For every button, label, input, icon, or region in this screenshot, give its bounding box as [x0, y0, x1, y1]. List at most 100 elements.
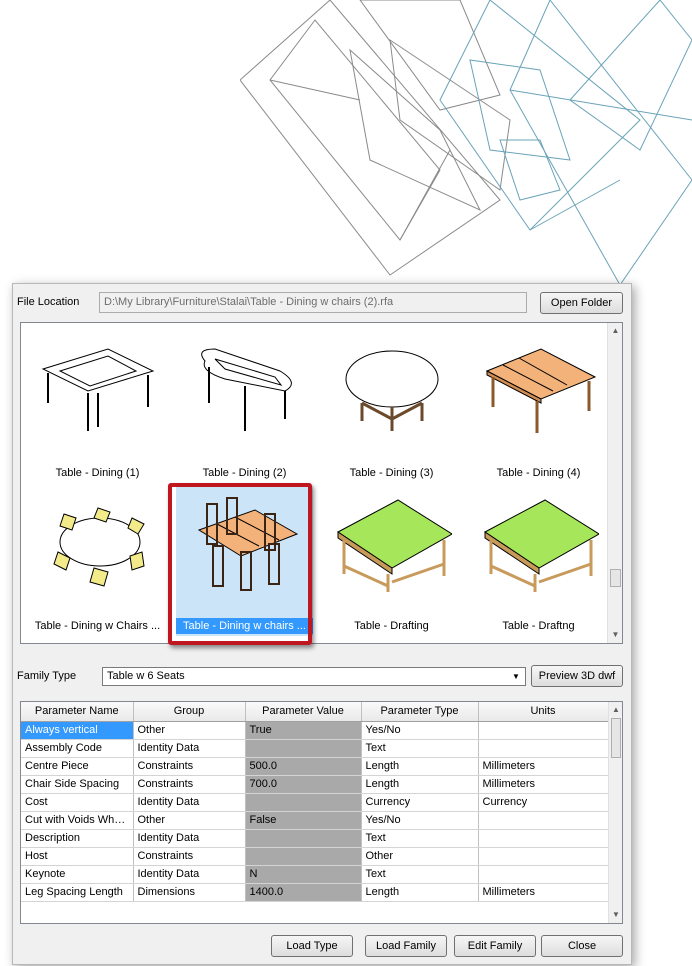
value-cell: N [245, 865, 362, 884]
units-cell [478, 721, 609, 740]
gallery-item[interactable]: Table - Draftng [470, 486, 607, 636]
column-header-parameter-value[interactable]: Parameter Value [245, 702, 362, 722]
scroll-thumb[interactable] [610, 569, 621, 587]
scroll-down-icon[interactable]: ▼ [609, 907, 622, 923]
gallery-item-selected[interactable]: Table - Dining w chairs ... [176, 486, 313, 636]
table-dining-1-icon [41, 348, 155, 431]
units-cell [478, 847, 609, 866]
scroll-up-icon[interactable]: ▲ [608, 323, 622, 339]
param-name-cell: Cut with Voids Whe... [21, 811, 134, 830]
table-row[interactable]: Description Identity Data Text [21, 829, 609, 848]
table-row[interactable]: Assembly Code Identity Data Text [21, 739, 609, 758]
file-location-field[interactable]: D:\My Library\Furniture\Stalai\Table - D… [99, 292, 527, 313]
param-name-cell: Always vertical [21, 721, 134, 740]
group-cell: Identity Data [133, 739, 246, 758]
column-header-parameter-name[interactable]: Parameter Name [21, 702, 134, 722]
column-header-parameter-type[interactable]: Parameter Type [361, 702, 479, 722]
gallery-item[interactable]: Table - Dining w Chairs ... [29, 486, 166, 636]
table-dining-3-icon [345, 350, 439, 431]
value-cell [245, 829, 362, 848]
family-type-value: Table w 6 Seats [107, 670, 185, 682]
table-dining-chairs-icon [53, 507, 145, 587]
gallery-item-caption: Table - Dining w Chairs ... [34, 620, 161, 632]
family-type-label: Family Type [17, 670, 77, 682]
units-cell: Millimeters [478, 757, 609, 776]
group-cell: Identity Data [133, 865, 246, 884]
group-cell: Constraints [133, 775, 246, 794]
chevron-down-icon[interactable]: ▼ [509, 669, 523, 684]
group-cell: Identity Data [133, 829, 246, 848]
table-row[interactable]: Cut with Voids Whe... Other False Yes/No [21, 811, 609, 830]
gallery-item-caption: Table - Dining w chairs ... [176, 618, 313, 634]
units-cell [478, 829, 609, 848]
table-dining-2-icon [201, 348, 292, 431]
type-cell: Yes/No [361, 811, 479, 830]
group-cell: Identity Data [133, 793, 246, 812]
scroll-down-icon[interactable]: ▼ [608, 627, 622, 643]
gallery-item-caption: Table - Draftng [502, 620, 575, 632]
table-row[interactable]: Chair Side Spacing Constraints 700.0 Length… [21, 775, 609, 794]
close-button[interactable]: Close [541, 935, 623, 957]
gallery-item[interactable]: Table - Dining (1) [29, 333, 166, 483]
table-dining-chairs-2-icon [197, 497, 299, 591]
type-cell: Yes/No [361, 721, 479, 740]
load-family-button[interactable]: Load Family [365, 935, 447, 957]
group-cell: Other [133, 721, 246, 740]
units-cell: Millimeters [478, 883, 609, 902]
family-thumbnail-gallery: Table - Dining (1) Table - Dining (2) Ta… [20, 322, 623, 644]
scroll-up-icon[interactable]: ▲ [609, 702, 622, 718]
gallery-item-caption: Table - Dining (3) [349, 467, 434, 479]
param-name-cell: Leg Spacing Length [21, 883, 134, 902]
gallery-item[interactable]: Table - Dining (3) [323, 333, 460, 483]
units-cell: Currency [478, 793, 609, 812]
param-name-cell: Centre Piece [21, 757, 134, 776]
table-row[interactable]: Host Constraints Other [21, 847, 609, 866]
scroll-thumb[interactable] [611, 718, 621, 758]
table-row[interactable]: Always vertical Other True Yes/No [21, 721, 609, 740]
preview-3d-dwf-button[interactable]: Preview 3D dwf [531, 665, 623, 687]
edit-family-button[interactable]: Edit Family [454, 935, 536, 957]
family-type-dropdown[interactable]: Table w 6 Seats ▼ [102, 667, 526, 686]
gallery-scrollbar[interactable]: ▲ ▼ [607, 323, 622, 643]
parameters-scrollbar[interactable]: ▲ ▼ [608, 702, 622, 923]
units-cell [478, 811, 609, 830]
value-cell [245, 739, 362, 758]
value-cell [245, 847, 362, 866]
gallery-item[interactable]: Table - Dining (4) [470, 333, 607, 483]
type-cell: Currency [361, 793, 479, 812]
gallery-item[interactable]: Table - Dining (2) [176, 333, 313, 483]
table-row[interactable]: Keynote Identity Data N Text [21, 865, 609, 884]
table-row[interactable]: Leg Spacing Length Dimensions 1400.0 Length… [21, 883, 609, 902]
table-row[interactable]: Cost Identity Data Currency Currency [21, 793, 609, 812]
table-row[interactable]: Centre Piece Constraints 500.0 Length Millim… [21, 757, 609, 776]
value-cell: 500.0 [245, 757, 362, 776]
group-cell: Dimensions [133, 883, 246, 902]
type-cell: Length [361, 883, 479, 902]
type-cell: Text [361, 865, 479, 884]
wireframe-logo-graphic [240, 0, 692, 285]
gallery-item-caption: Table - Dining (1) [55, 467, 140, 479]
value-cell: False [245, 811, 362, 830]
table-dining-4-icon [485, 348, 597, 433]
param-name-cell: Host [21, 847, 134, 866]
open-folder-button[interactable]: Open Folder [540, 292, 623, 314]
gallery-item[interactable]: Table - Drafting [323, 486, 460, 636]
value-cell [245, 793, 362, 812]
value-cell: 1400.0 [245, 883, 362, 902]
load-type-button[interactable]: Load Type [271, 935, 353, 957]
param-name-cell: Keynote [21, 865, 134, 884]
column-header-units[interactable]: Units [478, 702, 609, 722]
param-name-cell: Chair Side Spacing [21, 775, 134, 794]
group-cell: Constraints [133, 847, 246, 866]
gallery-item-caption: Table - Dining (2) [202, 467, 287, 479]
units-cell: Millimeters [478, 775, 609, 794]
table-draftng-icon [484, 499, 599, 592]
param-name-cell: Assembly Code [21, 739, 134, 758]
gallery-item-caption: Table - Drafting [354, 620, 429, 632]
units-cell [478, 739, 609, 758]
column-header-group[interactable]: Group [133, 702, 246, 722]
param-name-cell: Cost [21, 793, 134, 812]
group-cell: Other [133, 811, 246, 830]
file-location-label: File Location [17, 296, 80, 308]
units-cell [478, 865, 609, 884]
